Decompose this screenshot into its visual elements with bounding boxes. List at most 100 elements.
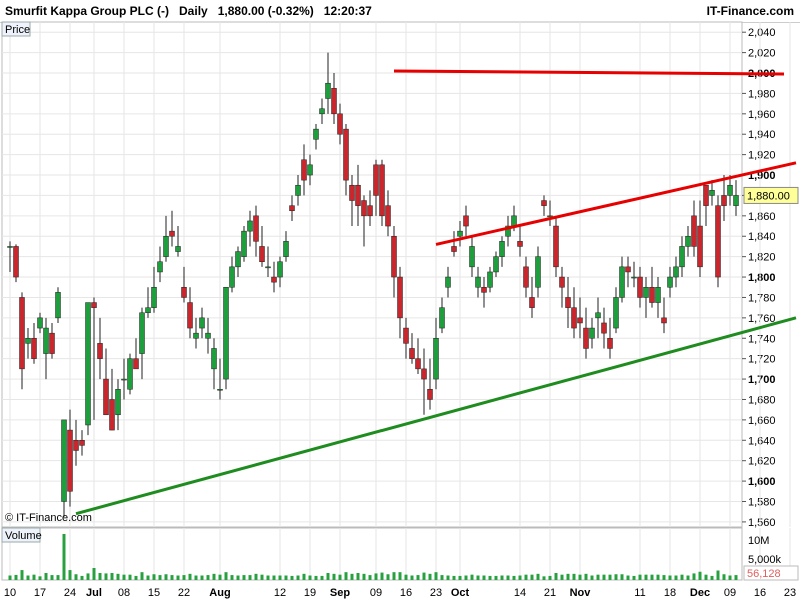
candle-body (481, 287, 487, 293)
volume-bar (230, 575, 234, 580)
candle-body (91, 302, 97, 308)
candle-body (439, 307, 445, 329)
candle-body (199, 317, 205, 329)
candle-body (7, 246, 13, 248)
candle-body (85, 302, 91, 426)
volume-bar (602, 574, 606, 580)
candle-body (301, 159, 307, 181)
candle-body (379, 164, 385, 217)
volume-bar (224, 572, 228, 580)
candle-body (613, 297, 619, 329)
candle-body (661, 317, 667, 324)
volume-bar (152, 574, 156, 580)
candle-body (349, 184, 355, 201)
candle-body (433, 338, 439, 380)
candle-body (685, 235, 691, 247)
candle-body (499, 241, 505, 257)
volume-bar (674, 575, 678, 580)
candle-body (577, 317, 583, 324)
volume-bar (584, 573, 588, 580)
candle-body (451, 246, 457, 252)
volume-bar (638, 574, 642, 580)
candle-body (721, 195, 727, 206)
candle-body (709, 190, 715, 196)
volume-bar (308, 575, 312, 580)
x-tick-label: Oct (451, 587, 470, 599)
candle-body (289, 205, 295, 211)
y-tick-label: 2,020 (748, 48, 776, 60)
volume-bar (248, 575, 252, 580)
candle-body (391, 235, 397, 278)
volume-bar (452, 575, 456, 580)
volume-bar (296, 575, 300, 580)
candle-body (133, 358, 139, 370)
candle-body (487, 271, 493, 288)
volume-bar (350, 573, 354, 580)
x-tick-label: 12 (274, 587, 286, 599)
candle-body (655, 287, 661, 303)
volume-bar (200, 575, 204, 580)
y-tick-label: 1,700 (748, 374, 776, 386)
candle-body (211, 348, 217, 370)
y-tick-label: 1,720 (748, 354, 776, 366)
volume-bar (266, 575, 270, 580)
candle-body (31, 338, 37, 359)
volume-bar (668, 575, 672, 580)
candle-body (187, 302, 193, 329)
volume-bar (68, 570, 72, 580)
price-chart[interactable]: 1,560 1,580 1,600 1,620 1,640 1,660 1,680 1,700… (0, 0, 800, 600)
volume-bar (80, 575, 84, 580)
y-tick-label: 1,940 (748, 129, 776, 141)
candle-body (727, 184, 733, 196)
volume-bar (578, 574, 582, 580)
x-tick-label: 09 (370, 587, 382, 599)
volume-tick-label: 5,000k (748, 554, 782, 566)
volume-bar (110, 573, 114, 580)
volume-bar (194, 575, 198, 580)
volume-bar (680, 574, 684, 580)
volume-bar (164, 574, 168, 580)
volume-bar (170, 575, 174, 580)
candle-body (445, 276, 451, 288)
candle-body (19, 297, 25, 370)
volume-bar (596, 574, 600, 580)
volume-bar (92, 568, 96, 580)
volume-bar (182, 575, 186, 580)
volume-bar (470, 574, 474, 580)
candle-body (475, 276, 481, 288)
volume-bar (494, 575, 498, 580)
volume-bar (380, 572, 384, 580)
candle-body (679, 246, 685, 268)
volume-bar (392, 572, 396, 580)
candle-body (277, 261, 283, 278)
candle-body (121, 378, 127, 381)
x-tick-label: 23 (784, 587, 796, 599)
candle-body (541, 200, 547, 206)
candle-body (253, 215, 259, 242)
volume-bar (554, 573, 558, 580)
candle-body (163, 235, 169, 257)
candle-body (523, 266, 529, 288)
volume-bar (98, 573, 102, 580)
y-tick-label: 1,860 (748, 211, 776, 223)
volume-bar (158, 575, 162, 580)
volume-bar (14, 574, 18, 580)
y-tick-label: 1,620 (748, 456, 776, 468)
candle-body (241, 230, 247, 257)
volume-bar (446, 575, 450, 580)
candle-body (115, 389, 121, 416)
x-tick-label: 08 (118, 587, 130, 599)
volume-bar (362, 573, 366, 580)
y-tick-label: 1,920 (748, 150, 776, 162)
candle-body (343, 128, 349, 181)
volume-bar (278, 575, 282, 580)
candle-body (235, 251, 241, 268)
volume-bar (434, 572, 438, 580)
candle-body (265, 266, 271, 269)
volume-bar (686, 575, 690, 580)
candle-body (259, 246, 265, 262)
candle-body (511, 215, 517, 227)
x-tick-label: 10 (4, 587, 16, 599)
volume-bar (206, 575, 210, 580)
volume-bar (242, 575, 246, 580)
